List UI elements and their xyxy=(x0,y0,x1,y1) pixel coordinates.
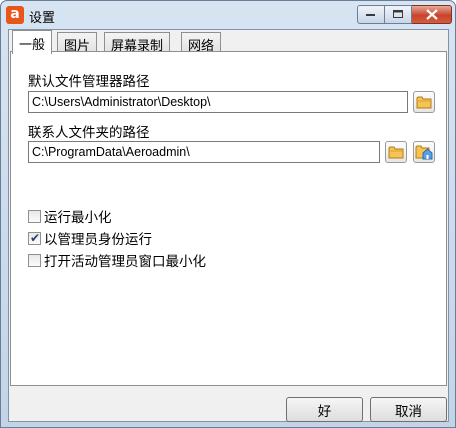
folder-icon xyxy=(416,96,432,109)
tab-screen-recording[interactable]: 屏幕录制 xyxy=(104,32,171,54)
minimize-admin-window-label: 打开活动管理员窗口最小化 xyxy=(44,254,206,270)
folder-home-icon xyxy=(415,145,433,160)
folder-icon xyxy=(388,146,404,159)
run-minimized-checkbox[interactable] xyxy=(28,209,41,223)
tab-general[interactable]: 一般 xyxy=(12,30,53,54)
option-minimize-admin-window[interactable]: 打开活动管理员窗口最小化 xyxy=(28,251,206,270)
minimize-icon xyxy=(366,13,375,16)
settings-window: a 设置 一般 图片 屏幕录制 网络 默认文件管理器路径 C:\Users\Ad… xyxy=(0,0,456,428)
cancel-button[interactable]: 取消 xyxy=(370,397,447,422)
general-panel: 默认文件管理器路径 C:\Users\Administrator\Desktop… xyxy=(10,51,447,386)
contacts-folder-label: 联系人文件夹的路径 xyxy=(28,125,150,141)
title-bar[interactable]: a 设置 xyxy=(1,1,455,29)
window-title: 设置 xyxy=(29,11,56,26)
option-run-minimized[interactable]: 运行最小化 xyxy=(28,207,112,226)
file-manager-path-field[interactable]: C:\Users\Administrator\Desktop\ xyxy=(28,91,408,113)
checkmark-icon: ✔ xyxy=(30,230,41,245)
run-as-admin-checkbox[interactable]: ✔ xyxy=(28,230,41,245)
file-manager-label: 默认文件管理器路径 xyxy=(28,74,150,90)
close-button[interactable] xyxy=(412,5,452,24)
dialog-body: 一般 图片 屏幕录制 网络 默认文件管理器路径 C:\Users\Adminis… xyxy=(8,29,449,422)
tab-strip: 一般 图片 屏幕录制 网络 xyxy=(9,30,449,54)
ok-button[interactable]: 好 xyxy=(286,397,363,422)
default-contacts-folder-button[interactable] xyxy=(413,141,435,163)
run-minimized-label: 运行最小化 xyxy=(44,210,112,226)
maximize-icon xyxy=(392,10,403,18)
run-as-admin-label: 以管理员身份运行 xyxy=(44,232,152,248)
close-icon xyxy=(425,9,438,20)
maximize-button[interactable] xyxy=(385,5,412,24)
tab-network[interactable]: 网络 xyxy=(181,32,222,54)
option-run-as-admin[interactable]: ✔ 以管理员身份运行 xyxy=(28,229,152,248)
tab-images[interactable]: 图片 xyxy=(57,32,98,54)
browse-file-manager-button[interactable] xyxy=(413,91,435,113)
minimize-admin-window-checkbox[interactable] xyxy=(28,253,41,267)
contacts-folder-path-field[interactable]: C:\ProgramData\Aeroadmin\ xyxy=(28,141,380,163)
browse-contacts-folder-button[interactable] xyxy=(385,141,407,163)
minimize-button[interactable] xyxy=(357,5,385,24)
aeroadmin-logo-icon: a xyxy=(6,6,24,24)
